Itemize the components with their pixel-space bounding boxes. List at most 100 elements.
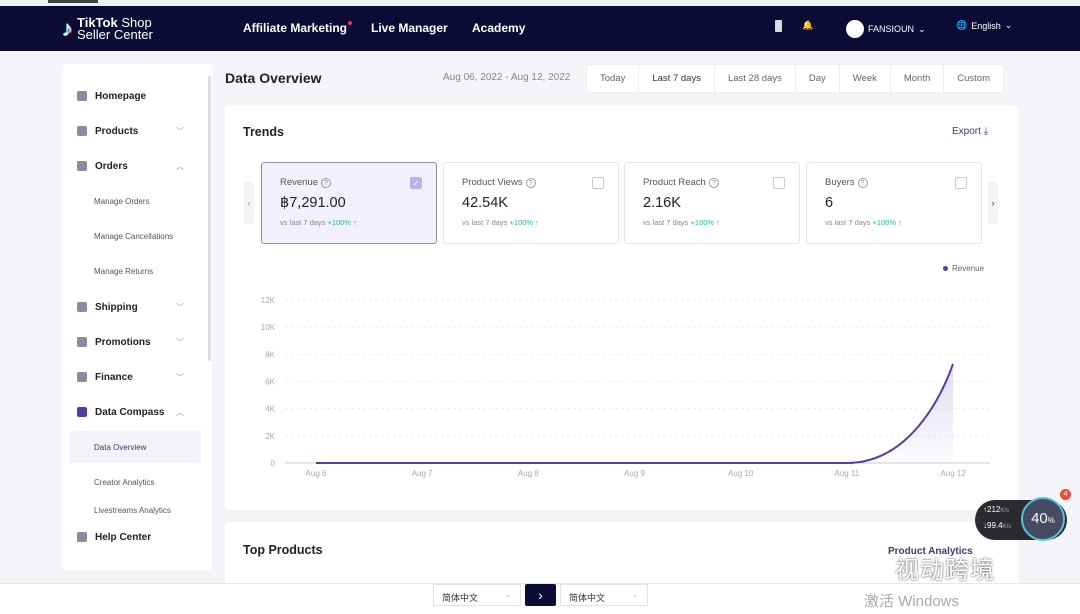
nav-academy[interactable]: Academy [472, 21, 525, 35]
truck-icon [77, 302, 87, 312]
nav-affiliate-marketing[interactable]: Affiliate Marketing [243, 21, 353, 35]
kpi-card-product-views[interactable]: Product Views? 42.54K vs last 7 days +10… [443, 162, 619, 244]
sidebar-item-help-center[interactable]: Help Center [62, 522, 202, 552]
y-tick-label: 4K [265, 405, 275, 414]
top-products-title: Top Products [243, 543, 323, 557]
account-menu[interactable]: FANSIOUN ⌄ [846, 20, 926, 38]
source-language-select[interactable]: 简体中文 ⌄ [433, 584, 521, 606]
date-range[interactable]: Aug 06, 2022 - Aug 12, 2022 [443, 72, 570, 83]
sidebar-item-homepage[interactable]: Homepage [62, 81, 202, 111]
period-selector: Today Last 7 days Last 28 days Day Week Month… [586, 64, 1004, 93]
help-icon[interactable]: ? [525, 178, 536, 188]
active-tab-indicator[interactable] [48, 0, 98, 3]
revenue-area [316, 363, 953, 463]
help-icon[interactable]: ? [708, 178, 719, 188]
sidebar-item-data-compass[interactable]: Data Compass ︿ [62, 397, 202, 427]
sidebar-item-label: Homepage [95, 90, 147, 102]
sidebar-item-shipping[interactable]: Shipping ﹀ [62, 292, 202, 322]
notification-dot [348, 21, 353, 25]
bell-icon[interactable]: 🔔 [802, 20, 813, 31]
period-day[interactable]: Day [796, 65, 840, 92]
translate-arrow-button[interactable]: › [525, 584, 556, 606]
page-title: Data Overview [225, 70, 322, 86]
sidebar-item-label: Creator Analytics [94, 477, 155, 487]
period-today[interactable]: Today [587, 65, 640, 92]
arrow-up-icon: ↑ [533, 218, 539, 227]
sidebar-item-label: Data Overview [94, 442, 147, 452]
y-tick-label: 6K [265, 378, 275, 387]
sidebar-item-label: Help Center [95, 531, 152, 543]
kpi-checkbox[interactable] [773, 177, 785, 189]
period-month[interactable]: Month [891, 65, 945, 92]
chevron-down-icon: ⌄ [1004, 20, 1013, 30]
megaphone-icon [77, 337, 87, 347]
x-tick-label: Aug 6 [306, 469, 327, 478]
kpi-value: ฿7,291.00 [280, 195, 346, 211]
sidebar-item-manage-orders[interactable]: Manage Orders [69, 185, 201, 217]
sidebar-scrollbar[interactable] [208, 76, 211, 361]
kpi-checkbox[interactable] [955, 177, 967, 189]
target-language-select[interactable]: 简体中文 ⌄ [560, 584, 648, 606]
avatar [846, 20, 864, 38]
y-tick-label: 8K [265, 350, 275, 359]
period-last-28-days[interactable]: Last 28 days [715, 65, 796, 92]
help-icon[interactable]: ? [321, 178, 332, 188]
sidebar-item-finance[interactable]: Finance ﹀ [62, 362, 202, 392]
language-selector[interactable]: 🌐 English ⌄ [956, 20, 1012, 31]
sidebar-item-manage-cancellations[interactable]: Manage Cancellations [69, 220, 201, 252]
sidebar: Homepage Products ﹀ Orders ︿ Manage Orders Man… [62, 64, 212, 570]
upload-speed: ↑212K/s [983, 505, 1010, 514]
mobile-icon[interactable] [775, 20, 782, 32]
logo[interactable]: ♪ TikTok Shop Seller Center [62, 16, 153, 42]
chevron-down-icon: ﹀ [176, 372, 184, 382]
sidebar-item-label: Data Compass [95, 406, 165, 418]
chevron-down-icon: ﹀ [176, 337, 184, 347]
y-tick-label: 10K [261, 323, 276, 332]
kpi-next-button[interactable]: › [988, 182, 998, 224]
period-custom[interactable]: Custom [944, 65, 1003, 92]
chevron-up-icon: ︿ [176, 407, 184, 417]
chevron-down-icon: ⌄ [631, 589, 639, 599]
kpi-value: 42.54K [462, 195, 508, 211]
period-week[interactable]: Week [840, 65, 891, 92]
kpi-card-buyers[interactable]: Buyers? 6 vs last 7 days +100% ↑ [806, 162, 982, 244]
sidebar-item-label: Livestreams Analytics [94, 506, 171, 515]
globe-icon: 🌐 [956, 20, 968, 30]
sidebar-item-label: Promotions [95, 336, 151, 348]
sidebar-item-label: Finance [95, 371, 133, 383]
sidebar-item-orders[interactable]: Orders ︿ [62, 151, 202, 181]
kpi-compare: vs last 7 days +100% ↑ [280, 218, 357, 227]
kpi-card-revenue[interactable]: Revenue? ฿7,291.00 vs last 7 days +100% … [261, 162, 437, 244]
kpi-prev-button[interactable]: ‹ [244, 182, 254, 224]
kpi-compare: vs last 7 days +100% ↑ [643, 218, 720, 227]
kpi-checkbox[interactable] [592, 177, 604, 189]
sidebar-item-label: Manage Orders [94, 196, 150, 206]
help-icon[interactable]: ? [857, 178, 868, 188]
sidebar-item-data-overview[interactable]: Data Overview [69, 431, 201, 463]
y-tick-label: 12K [261, 296, 276, 305]
shop-name: FANSIOUN [868, 24, 915, 34]
sidebar-item-label: Products [95, 125, 139, 137]
sidebar-item-livestreams-analytics[interactable]: Livestreams Analytics [69, 501, 201, 515]
period-last-7-days[interactable]: Last 7 days [639, 65, 715, 92]
network-speed-widget[interactable]: ↑212K/s ↓99.4K/s 40% 4 [975, 489, 1071, 541]
sidebar-item-manage-returns[interactable]: Manage Returns [69, 255, 201, 287]
tiktok-icon: ♪ [62, 16, 73, 41]
sidebar-item-label: Manage Cancellations [94, 231, 174, 241]
kpi-checkbox[interactable]: ✓ [410, 177, 422, 189]
orders-icon [77, 161, 87, 171]
export-button[interactable]: Export ⤓ [952, 126, 988, 137]
help-icon [77, 532, 87, 542]
badge-count: 4 [1060, 489, 1071, 500]
kpi-value: 6 [825, 195, 834, 211]
nav-live-manager[interactable]: Live Manager [371, 21, 448, 35]
chevron-down-icon: ⌄ [918, 23, 926, 34]
box-icon [77, 126, 87, 136]
kpi-card-product-reach[interactable]: Product Reach? 2.16K vs last 7 days +100… [624, 162, 800, 244]
y-tick-label: 2K [265, 432, 275, 441]
sidebar-item-promotions[interactable]: Promotions ﹀ [62, 327, 202, 357]
sidebar-item-creator-analytics[interactable]: Creator Analytics [69, 466, 201, 498]
sidebar-item-products[interactable]: Products ﹀ [62, 116, 202, 146]
sidebar-item-label: Orders [95, 160, 128, 172]
download-icon: ⤓ [983, 126, 989, 137]
